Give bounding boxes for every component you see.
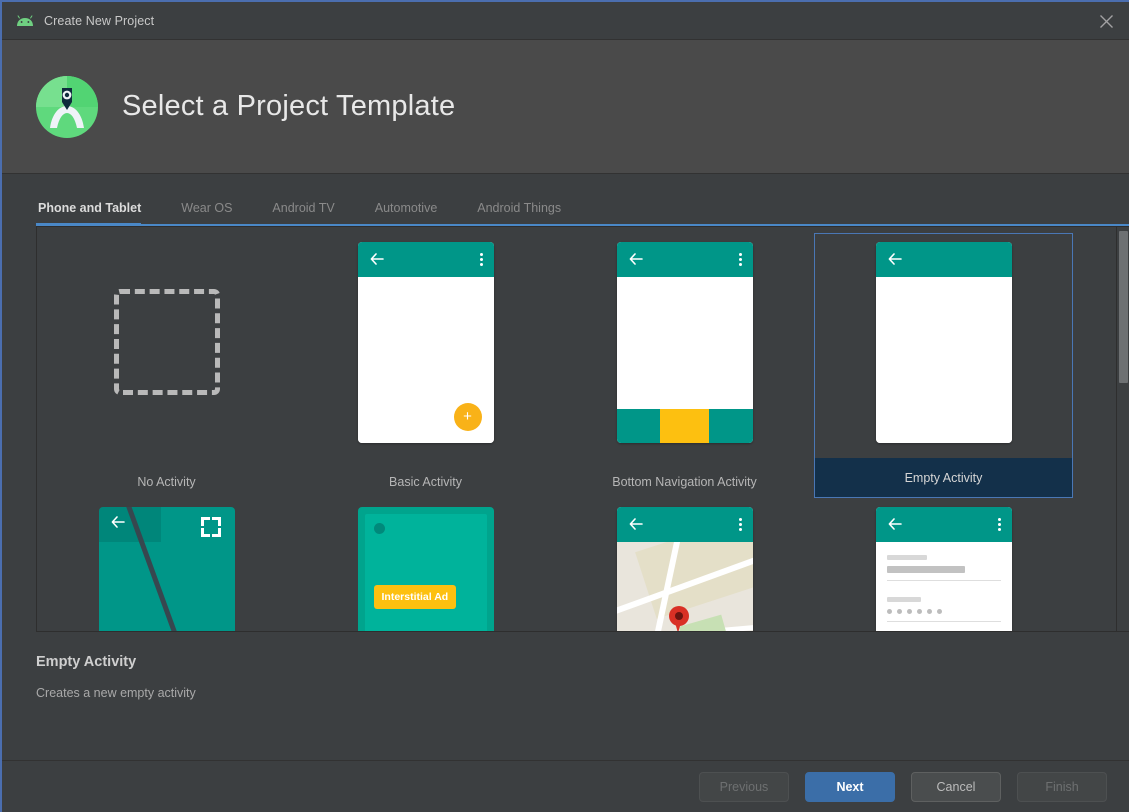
phone-content: + xyxy=(357,276,494,443)
close-icon[interactable] xyxy=(1083,2,1129,40)
template-card-bottom-navigation-activity[interactable]: Bottom Navigation Activity xyxy=(555,233,814,498)
window-title: Create New Project xyxy=(44,13,155,28)
tab-phone-and-tablet[interactable]: Phone and Tablet xyxy=(36,201,159,226)
bottom-nav-item xyxy=(709,408,753,443)
phone-mockup xyxy=(875,506,1012,631)
template-label: Bottom Navigation Activity xyxy=(612,475,757,489)
field-label-placeholder xyxy=(886,554,927,560)
interstitial-ad-badge: Interstitial Ad xyxy=(373,584,457,609)
template-card-google-admob-ads-activity[interactable]: Interstitial Ad xyxy=(296,498,555,631)
tab-label: Android Things xyxy=(477,201,562,215)
android-studio-logo xyxy=(36,75,98,138)
tab-android-things[interactable]: Android Things xyxy=(477,201,579,226)
overflow-menu-icon xyxy=(997,517,1001,531)
bottom-navigation-bar xyxy=(616,408,753,443)
tab-label: Phone and Tablet xyxy=(38,201,142,215)
map-preview xyxy=(616,541,753,631)
tab-android-tv[interactable]: Android TV xyxy=(272,201,352,226)
back-arrow-icon xyxy=(628,516,644,532)
cancel-button[interactable]: Cancel xyxy=(911,771,1001,802)
template-label: Empty Activity xyxy=(815,458,1072,497)
tab-label: Automotive xyxy=(374,201,438,215)
back-arrow-icon xyxy=(369,251,385,267)
template-thumbnail: Interstitial Ad xyxy=(297,499,554,631)
description-text: Creates a new empty activity xyxy=(36,686,196,700)
next-button[interactable]: Next xyxy=(805,771,895,802)
app-bar xyxy=(875,241,1012,277)
dashed-square-icon xyxy=(113,289,220,395)
template-thumbnail xyxy=(38,499,295,631)
overflow-menu-icon xyxy=(479,252,483,266)
fullscreen-expand-icon xyxy=(200,516,221,537)
field-value-placeholder xyxy=(886,565,965,573)
template-grid: No Activity + Basic Activity Bottom Navi… xyxy=(37,227,1073,631)
template-card-empty-activity[interactable]: Empty Activity xyxy=(814,233,1073,498)
template-description: Empty Activity Creates a new empty activ… xyxy=(2,632,1129,700)
template-card-google-maps-activity[interactable] xyxy=(555,498,814,631)
bottom-nav-item-active xyxy=(659,408,710,443)
phone-content xyxy=(875,541,1012,631)
app-bar xyxy=(357,241,494,277)
phone-content xyxy=(875,276,1012,443)
bottom-nav-item xyxy=(616,408,660,443)
tab-label: Wear OS xyxy=(181,201,233,215)
scrollbar-thumb[interactable] xyxy=(1119,231,1128,383)
app-bar xyxy=(616,506,753,542)
window-titlebar: Create New Project xyxy=(2,2,1129,40)
template-card-no-activity[interactable]: No Activity xyxy=(37,233,296,498)
finish-button[interactable]: Finish xyxy=(1017,771,1107,802)
description-title: Empty Activity xyxy=(36,654,137,670)
back-arrow-icon xyxy=(110,514,126,535)
login-form-placeholder xyxy=(876,542,1012,622)
template-thumbnail xyxy=(556,499,813,631)
floating-action-button-icon: + xyxy=(453,402,482,431)
template-thumbnail: + xyxy=(297,234,554,443)
phone-mockup xyxy=(616,241,753,443)
template-thumbnail xyxy=(38,234,295,442)
phone-mockup xyxy=(616,506,753,631)
app-bar xyxy=(875,506,1012,542)
dialog-header: Select a Project Template xyxy=(2,40,1129,174)
dialog-body: Phone and Tablet Wear OS Android TV Auto… xyxy=(2,174,1129,800)
tab-automotive[interactable]: Automotive xyxy=(375,201,456,226)
back-arrow-icon xyxy=(887,516,903,532)
map-highway xyxy=(616,562,620,631)
template-thumbnail xyxy=(556,234,813,443)
overflow-menu-icon xyxy=(738,252,742,266)
tab-wear-os[interactable]: Wear OS xyxy=(181,201,250,226)
back-arrow-icon xyxy=(887,251,903,267)
dialog-footer: Previous Next Cancel Finish xyxy=(2,760,1129,812)
field-underline xyxy=(886,620,1001,622)
template-thumbnail xyxy=(815,499,1072,631)
template-label: Basic Activity xyxy=(389,475,462,489)
create-new-project-dialog: Create New Project Select a Project Temp… xyxy=(0,0,1129,812)
password-dots xyxy=(886,608,1001,614)
template-label: No Activity xyxy=(137,475,196,489)
overflow-menu-icon xyxy=(738,517,742,531)
template-thumbnail xyxy=(815,234,1072,443)
phone-mockup xyxy=(875,241,1012,443)
template-card-login-activity[interactable] xyxy=(814,498,1073,631)
template-card-basic-activity[interactable]: + Basic Activity xyxy=(296,233,555,498)
template-grid-panel: No Activity + Basic Activity Bottom Navi… xyxy=(36,226,1129,632)
tab-label: Android TV xyxy=(272,201,335,215)
template-card-fullscreen-activity[interactable] xyxy=(37,498,296,631)
field-label-placeholder xyxy=(886,596,921,602)
fullscreen-mockup xyxy=(98,506,235,631)
app-bar xyxy=(616,241,753,277)
template-grid-scrollbar[interactable] xyxy=(1116,227,1129,631)
ad-mockup: Interstitial Ad xyxy=(357,506,494,631)
map-pin-icon xyxy=(668,605,689,631)
phone-mockup: + xyxy=(357,241,494,443)
android-icon xyxy=(16,12,34,30)
field-underline xyxy=(886,579,1001,581)
phone-content xyxy=(616,276,753,409)
page-title: Select a Project Template xyxy=(122,90,456,122)
previous-button[interactable]: Previous xyxy=(699,771,789,802)
back-arrow-icon xyxy=(628,251,644,267)
ad-inner-panel xyxy=(364,513,487,631)
template-category-tabs: Phone and Tablet Wear OS Android TV Auto… xyxy=(2,174,1129,226)
ad-dot-decoration xyxy=(373,522,385,534)
